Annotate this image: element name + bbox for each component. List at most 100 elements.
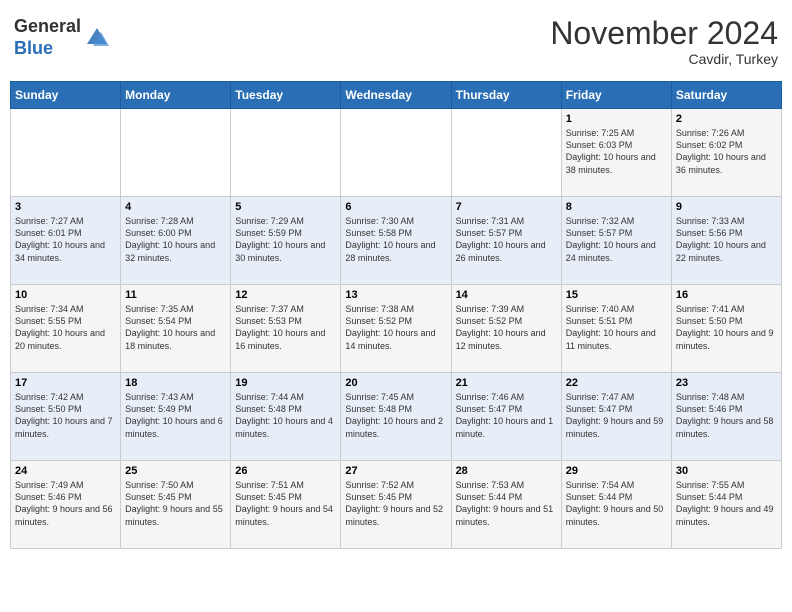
title-block: November 2024 Cavdir, Turkey [550,16,778,67]
day-content: Sunrise: 7:35 AM Sunset: 5:54 PM Dayligh… [125,303,226,352]
day-cell: 25 Sunrise: 7:50 AM Sunset: 5:45 PM Dayli… [121,461,231,549]
day-content: Sunrise: 7:55 AM Sunset: 5:44 PM Dayligh… [676,479,777,528]
day-cell: 16 Sunrise: 7:41 AM Sunset: 5:50 PM Dayli… [671,285,781,373]
day-content: Sunrise: 7:46 AM Sunset: 5:47 PM Dayligh… [456,391,557,440]
day-content: Sunrise: 7:44 AM Sunset: 5:48 PM Dayligh… [235,391,336,440]
day-number: 13 [345,289,446,301]
day-number: 24 [15,465,116,477]
day-number: 21 [456,377,557,389]
day-content: Sunrise: 7:32 AM Sunset: 5:57 PM Dayligh… [566,215,667,264]
day-content: Sunrise: 7:39 AM Sunset: 5:52 PM Dayligh… [456,303,557,352]
day-number: 27 [345,465,446,477]
day-content: Sunrise: 7:31 AM Sunset: 5:57 PM Dayligh… [456,215,557,264]
day-content: Sunrise: 7:42 AM Sunset: 5:50 PM Dayligh… [15,391,116,440]
day-content: Sunrise: 7:45 AM Sunset: 5:48 PM Dayligh… [345,391,446,440]
logo: General Blue [14,16,111,59]
weekday-header-tuesday: Tuesday [231,82,341,109]
day-number: 17 [15,377,116,389]
weekday-header-saturday: Saturday [671,82,781,109]
day-cell [231,109,341,197]
day-cell: 24Sunrise: 7:49 AM Sunset: 5:46 PM Dayli… [11,461,121,549]
day-number: 25 [125,465,226,477]
day-cell: 2 Sunrise: 7:26 AM Sunset: 6:02 PM Daylig… [671,109,781,197]
day-cell: 9 Sunrise: 7:33 AM Sunset: 5:56 PM Daylig… [671,197,781,285]
day-cell: 17 Sunrise: 7:42 AM Sunset: 5:50 PM Dayli… [11,373,121,461]
day-number: 8 [566,201,667,213]
weekday-header-sunday: Sunday [11,82,121,109]
day-cell: 6 Sunrise: 7:30 AM Sunset: 5:58 PM Daylig… [341,197,451,285]
day-number: 29 [566,465,667,477]
day-number: 20 [345,377,446,389]
day-content: Sunrise: 7:37 AM Sunset: 5:53 PM Dayligh… [235,303,336,352]
month-title: November 2024 [550,16,778,51]
day-cell: 14 Sunrise: 7:39 AM Sunset: 5:52 PM Dayli… [451,285,561,373]
day-cell: 1 Sunrise: 7:25 AM Sunset: 6:03 PM Daylig… [561,109,671,197]
day-number: 1 [566,113,667,125]
day-cell: 20 Sunrise: 7:45 AM Sunset: 5:48 PM Dayli… [341,373,451,461]
calendar-table: SundayMondayTuesdayWednesdayThursdayFrid… [10,81,782,549]
day-number: 16 [676,289,777,301]
day-cell: 26 Sunrise: 7:51 AM Sunset: 5:45 PM Dayli… [231,461,341,549]
day-number: 7 [456,201,557,213]
day-content: Sunrise: 7:52 AM Sunset: 5:45 PM Dayligh… [345,479,446,528]
day-number: 11 [125,289,226,301]
day-content: Sunrise: 7:25 AM Sunset: 6:03 PM Dayligh… [566,127,667,176]
week-row-2: 3 Sunrise: 7:27 AM Sunset: 6:01 PM Daylig… [11,197,782,285]
day-cell: 10Sunrise: 7:34 AM Sunset: 5:55 PM Dayli… [11,285,121,373]
day-content: Sunrise: 7:38 AM Sunset: 5:52 PM Dayligh… [345,303,446,352]
day-content: Sunrise: 7:41 AM Sunset: 5:50 PM Dayligh… [676,303,777,352]
week-row-1: 1 Sunrise: 7:25 AM Sunset: 6:03 PM Daylig… [11,109,782,197]
day-cell [11,109,121,197]
day-cell [121,109,231,197]
day-number: 4 [125,201,226,213]
day-number: 23 [676,377,777,389]
day-cell: 13 Sunrise: 7:38 AM Sunset: 5:52 PM Dayli… [341,285,451,373]
weekday-header-wednesday: Wednesday [341,82,451,109]
day-cell: 21 Sunrise: 7:46 AM Sunset: 5:47 PM Dayli… [451,373,561,461]
page-header: General Blue November 2024 Cavdir, Turke… [10,10,782,73]
day-number: 2 [676,113,777,125]
day-number: 10 [15,289,116,301]
weekday-header-monday: Monday [121,82,231,109]
day-number: 19 [235,377,336,389]
day-number: 14 [456,289,557,301]
day-cell: 15Sunrise: 7:40 AM Sunset: 5:51 PM Dayli… [561,285,671,373]
day-content: Sunrise: 7:28 AM Sunset: 6:00 PM Dayligh… [125,215,226,264]
day-number: 26 [235,465,336,477]
day-cell: 18 Sunrise: 7:43 AM Sunset: 5:49 PM Dayli… [121,373,231,461]
day-content: Sunrise: 7:48 AM Sunset: 5:46 PM Dayligh… [676,391,777,440]
day-content: Sunrise: 7:30 AM Sunset: 5:58 PM Dayligh… [345,215,446,264]
week-row-3: 10Sunrise: 7:34 AM Sunset: 5:55 PM Dayli… [11,285,782,373]
weekday-header-row: SundayMondayTuesdayWednesdayThursdayFrid… [11,82,782,109]
day-number: 18 [125,377,226,389]
day-content: Sunrise: 7:33 AM Sunset: 5:56 PM Dayligh… [676,215,777,264]
day-cell: 8 Sunrise: 7:32 AM Sunset: 5:57 PM Daylig… [561,197,671,285]
day-content: Sunrise: 7:51 AM Sunset: 5:45 PM Dayligh… [235,479,336,528]
day-content: Sunrise: 7:47 AM Sunset: 5:47 PM Dayligh… [566,391,667,440]
day-number: 6 [345,201,446,213]
day-cell: 28Sunrise: 7:53 AM Sunset: 5:44 PM Dayli… [451,461,561,549]
week-row-5: 24Sunrise: 7:49 AM Sunset: 5:46 PM Dayli… [11,461,782,549]
day-content: Sunrise: 7:53 AM Sunset: 5:44 PM Dayligh… [456,479,557,528]
weekday-header-thursday: Thursday [451,82,561,109]
logo-icon [83,24,111,52]
week-row-4: 17 Sunrise: 7:42 AM Sunset: 5:50 PM Dayli… [11,373,782,461]
day-content: Sunrise: 7:26 AM Sunset: 6:02 PM Dayligh… [676,127,777,176]
day-content: Sunrise: 7:27 AM Sunset: 6:01 PM Dayligh… [15,215,116,264]
day-cell: 29Sunrise: 7:54 AM Sunset: 5:44 PM Dayli… [561,461,671,549]
day-cell: 11 Sunrise: 7:35 AM Sunset: 5:54 PM Dayli… [121,285,231,373]
day-cell: 7 Sunrise: 7:31 AM Sunset: 5:57 PM Daylig… [451,197,561,285]
day-cell [451,109,561,197]
day-cell: 3 Sunrise: 7:27 AM Sunset: 6:01 PM Daylig… [11,197,121,285]
day-number: 12 [235,289,336,301]
day-number: 3 [15,201,116,213]
day-number: 5 [235,201,336,213]
location: Cavdir, Turkey [550,51,778,67]
day-content: Sunrise: 7:43 AM Sunset: 5:49 PM Dayligh… [125,391,226,440]
day-cell: 22 Sunrise: 7:47 AM Sunset: 5:47 PM Dayli… [561,373,671,461]
day-number: 9 [676,201,777,213]
day-content: Sunrise: 7:50 AM Sunset: 5:45 PM Dayligh… [125,479,226,528]
day-number: 22 [566,377,667,389]
logo-blue: Blue [14,38,53,58]
day-cell [341,109,451,197]
